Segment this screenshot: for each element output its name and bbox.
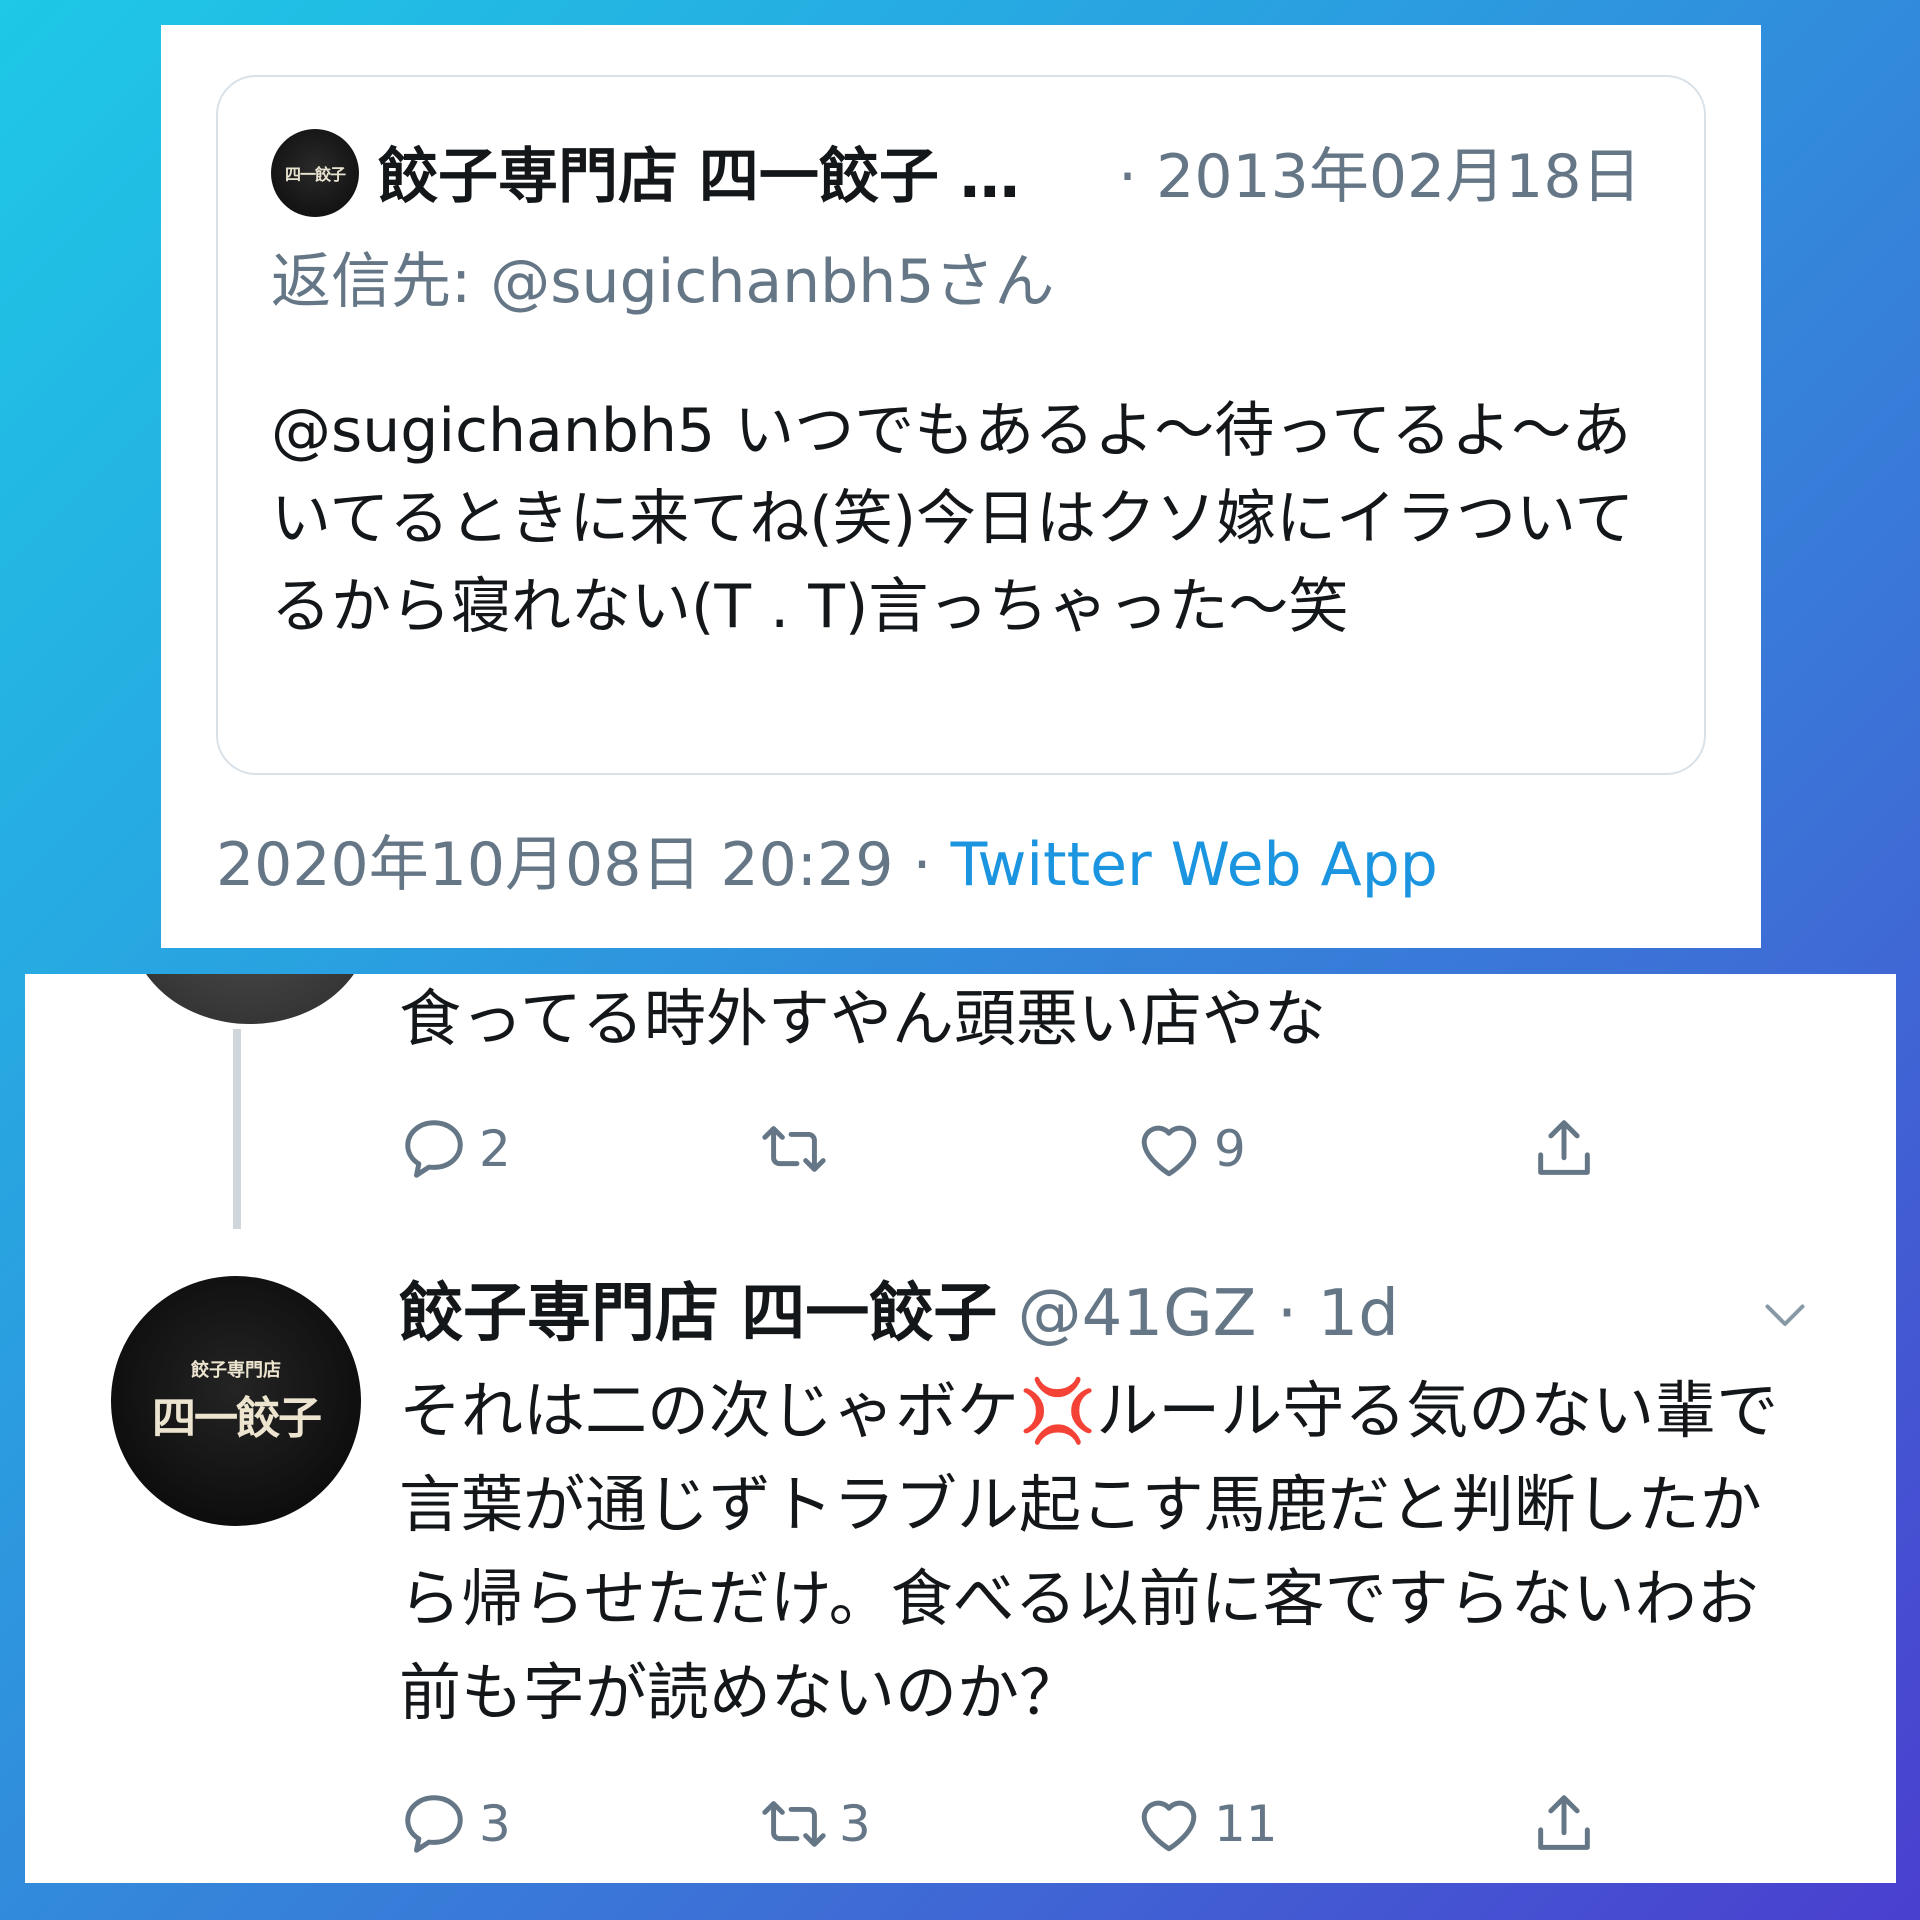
quoted-display-name: 餃子専門店 四一餃子 …	[378, 142, 1020, 212]
previous-tweet-actions: 2 9	[399, 1104, 1699, 1194]
share-button[interactable]	[1529, 1779, 1599, 1869]
like-count: 11	[1214, 1795, 1278, 1853]
tweet-header: 餃子専門店 四一餃子 @41GZ · 1d	[399, 1269, 1399, 1359]
avatar-logo-line1: 餃子専門店	[191, 1360, 281, 1381]
tweet-avatar[interactable]: 餃子専門店 四一餃子	[111, 1276, 361, 1526]
quoted-reply-to: 返信先: @sugichanbh5さん	[271, 247, 1055, 317]
tweet-meta: 2020年10月08日 20:29 · Twitter Web App	[216, 825, 1438, 905]
avatar-logo-line2: 四一餃子	[152, 1393, 322, 1444]
share-icon	[1538, 1120, 1590, 1175]
like-button[interactable]: 9	[1134, 1104, 1246, 1194]
retweet-count: 3	[839, 1795, 871, 1853]
tweet-actions: 3 3 11	[399, 1779, 1699, 1869]
quoted-avatar[interactable]: 四一餃子	[271, 129, 359, 217]
quoted-date: · 2013年02月18日	[1118, 142, 1642, 212]
tweet-timestamp: 2020年10月08日 20:29	[216, 830, 894, 900]
share-icon	[1538, 1795, 1590, 1850]
like-count: 9	[1214, 1120, 1246, 1178]
reply-icon	[405, 1795, 463, 1853]
retweet-icon	[762, 1801, 826, 1847]
tweet-detail-panel: 四一餃子 餃子専門店 四一餃子 … · 2013年02月18日 返信先: @su…	[161, 25, 1761, 948]
quoted-avatar-label: 四一餃子	[284, 165, 346, 184]
tweet-text-part1: それは二の次じゃボケ	[399, 1374, 1020, 1447]
thread-connector	[233, 1029, 241, 1229]
reply-count: 2	[479, 1120, 511, 1178]
tweet-source-link[interactable]: Twitter Web App	[951, 830, 1438, 900]
previous-tweet-avatar[interactable]	[130, 974, 370, 1024]
retweet-button[interactable]: 3	[759, 1779, 871, 1869]
reply-button[interactable]: 2	[399, 1104, 511, 1194]
tweet-text: それは二の次じゃボケ💢ルール守る気のない輩で言葉が通じずトラブル起こす馬鹿だと判…	[399, 1364, 1819, 1740]
reply-count: 3	[479, 1795, 511, 1853]
thread-panel: 食ってる時外すやん頭悪い店やな 2 9 餃子専門店 四一餃子 餃子専門店 四一餃…	[25, 974, 1896, 1883]
like-icon	[1141, 1800, 1197, 1852]
meta-separator: ·	[893, 830, 951, 900]
previous-tweet-text: 食ってる時外すやん頭悪い店やな	[399, 982, 1326, 1055]
retweet-icon	[762, 1126, 826, 1172]
quoted-tweet-text: @sugichanbh5 いつでもあるよ～待ってるよ～あいてるときに来てね(笑)…	[271, 396, 1635, 642]
retweet-button[interactable]	[759, 1104, 839, 1194]
anger-emoji-icon: 💢	[1019, 1374, 1097, 1447]
reply-icon	[405, 1120, 463, 1178]
quoted-tweet-card[interactable]: 四一餃子 餃子専門店 四一餃子 … · 2013年02月18日 返信先: @su…	[216, 75, 1706, 775]
like-button[interactable]: 11	[1134, 1779, 1278, 1869]
chevron-down-icon[interactable]	[1755, 1284, 1815, 1344]
reply-button[interactable]: 3	[399, 1779, 511, 1869]
display-name[interactable]: 餃子専門店 四一餃子	[399, 1277, 997, 1351]
like-icon	[1141, 1125, 1197, 1177]
handle-and-time[interactable]: @41GZ · 1d	[997, 1277, 1399, 1351]
share-button[interactable]	[1529, 1104, 1599, 1194]
